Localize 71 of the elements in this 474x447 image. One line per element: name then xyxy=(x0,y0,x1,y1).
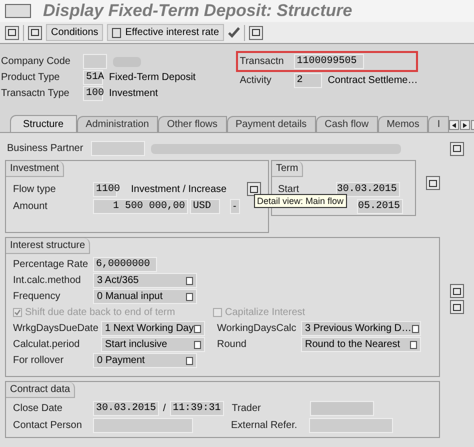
field-label: Start xyxy=(278,182,300,196)
field-label: Transactn Type xyxy=(1,87,70,101)
display-field[interactable]: 1 500 000,00 xyxy=(93,198,188,214)
field-label: Flow type xyxy=(13,182,57,196)
display-field[interactable]: - xyxy=(230,198,240,214)
display-field[interactable]: 2 xyxy=(294,73,322,88)
field-label: Int.calc.method xyxy=(13,274,82,288)
tab[interactable]: I xyxy=(428,116,450,132)
checkmark-icon[interactable] xyxy=(228,27,240,38)
effective-rate-button[interactable]: Effective interest rate xyxy=(107,24,224,41)
dropdown-field[interactable]: 3 Previous Working D… xyxy=(301,321,421,336)
empty-field[interactable] xyxy=(91,141,145,156)
field-label: Transactn xyxy=(240,55,285,69)
field-text: Investment xyxy=(109,87,158,101)
display-field[interactable]: 100 xyxy=(83,86,103,101)
field-label: Calculat.period xyxy=(13,338,81,352)
tab[interactable]: Memos xyxy=(378,116,428,132)
empty-field[interactable] xyxy=(83,54,107,69)
empty-field[interactable] xyxy=(309,418,393,433)
separator-text: / xyxy=(162,402,167,416)
field-label: Percentage Rate xyxy=(13,258,90,272)
field-label: Close Date xyxy=(13,402,64,416)
conditions-button[interactable]: Conditions xyxy=(46,24,104,41)
dropdown-field[interactable]: 0 Manual input xyxy=(93,289,197,304)
display-field[interactable]: 1100099505 xyxy=(294,54,364,69)
field-label: Contact Person xyxy=(13,419,83,433)
dropdown-field[interactable]: Round to the Nearest xyxy=(301,337,421,352)
scroll-left-icon[interactable] xyxy=(449,120,460,130)
display-field[interactable]: 1100 xyxy=(93,182,117,196)
field-label: Product Type xyxy=(1,71,61,85)
blurred-field[interactable] xyxy=(310,401,374,416)
field-label: WorkingDaysCalc xyxy=(217,322,298,336)
tab[interactable]: Administration xyxy=(76,116,158,132)
dropdown-field[interactable]: 1 Next Working Day xyxy=(101,321,205,336)
field-label: For rollover xyxy=(13,354,65,368)
dropdown-field[interactable]: 0 Payment xyxy=(93,353,197,368)
scroll-right-icon[interactable] xyxy=(460,120,470,130)
display-field[interactable]: 30.03.2015 xyxy=(93,401,159,416)
tab[interactable]: Structure xyxy=(10,115,77,132)
dropdown-field[interactable]: Start inclusive xyxy=(101,337,205,352)
group-title: Investment xyxy=(6,161,64,177)
field-label: Frequency xyxy=(13,290,62,304)
display-field[interactable]: 11:39:31 xyxy=(170,401,224,416)
tab[interactable]: Other flows xyxy=(158,116,227,132)
group-title: Interest structure xyxy=(6,238,90,254)
window-title: Display Fixed-Term Deposit: Structure xyxy=(43,0,352,22)
field-label: Trader xyxy=(232,402,262,416)
dropdown-field[interactable]: 3 Act/365 xyxy=(93,273,197,288)
tooltip: Detail view: Main flow xyxy=(254,194,347,208)
display-field[interactable]: 51A xyxy=(83,70,103,85)
field-label: Round xyxy=(217,338,248,352)
display-field[interactable]: 6,0000000 xyxy=(93,257,157,272)
field-text: Investment / Increase xyxy=(131,182,227,196)
group-title: Contract data xyxy=(6,382,76,398)
field-label: WrkgDaysDueDate xyxy=(13,322,99,336)
tab[interactable]: Cash flow xyxy=(316,116,378,132)
field-text: Fixed-Term Deposit xyxy=(109,71,196,85)
display-field[interactable]: USD xyxy=(190,198,220,214)
field-label: External Refer. xyxy=(231,419,298,433)
field-label: Amount xyxy=(13,200,48,214)
field-label: Company Code xyxy=(1,55,72,69)
field-label: Capitalize Interest xyxy=(225,306,306,320)
field-label: Activity xyxy=(240,74,272,88)
field-label: Shift due date back to end of term xyxy=(25,306,176,320)
display-field[interactable]: 05.2015 xyxy=(357,198,403,214)
field-label: Business Partner xyxy=(7,142,84,156)
group-title: Term xyxy=(272,161,304,177)
empty-field[interactable] xyxy=(93,418,193,433)
tab[interactable]: Payment details xyxy=(226,116,316,132)
display-field[interactable]: 30.03.2015 xyxy=(336,182,400,196)
field-text: Contract Settleme… xyxy=(328,74,418,88)
